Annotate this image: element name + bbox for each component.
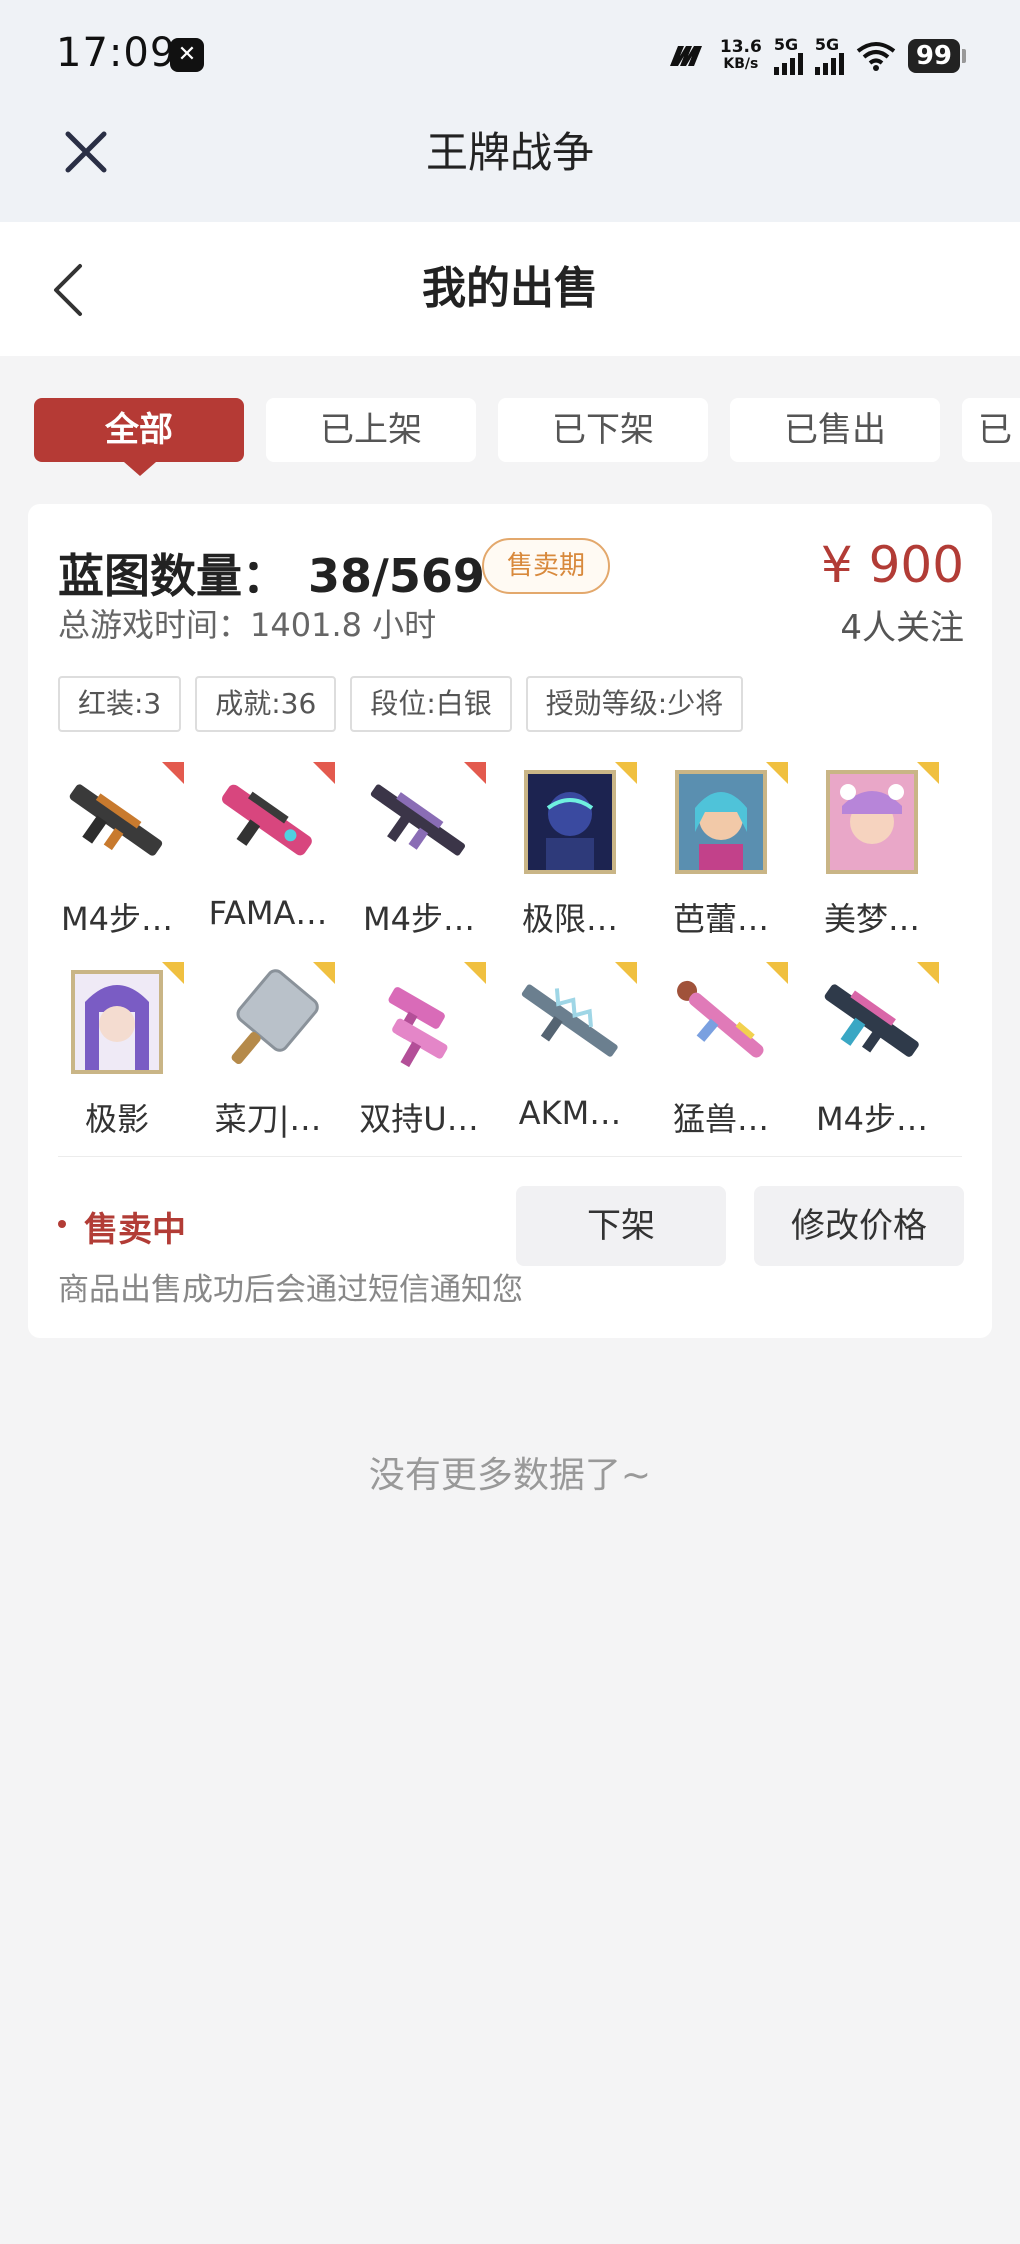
tag-medal-level: 授勋等级:少将: [525, 676, 744, 732]
item-name: M4步…: [816, 1100, 928, 1138]
item-name: 菜刀|…: [214, 1100, 322, 1138]
sms-notice: 商品出售成功后会通过短信通知您: [58, 1272, 523, 1308]
character-portrait-icon: [524, 770, 616, 874]
status-bar: 17:09 ✕ 13.6 KB/s 5G 5G 99: [0, 0, 1020, 110]
status-indicators: 13.6 KB/s 5G 5G 99: [668, 34, 966, 78]
rifle-icon: [222, 784, 312, 856]
item-tile[interactable]: M4步…: [344, 756, 494, 946]
item-name: AKM…: [518, 1094, 622, 1132]
signal-sim1-icon: 5G: [773, 37, 803, 75]
tab-all[interactable]: 全部: [34, 398, 244, 476]
tab-sold[interactable]: 已售出: [730, 398, 940, 462]
battery-icon: 99: [907, 39, 960, 73]
item-name: 猛兽…: [672, 1100, 769, 1138]
filter-tabs: 全部 已上架 已下架 已售出 已: [34, 398, 1020, 478]
unlist-button[interactable]: 下架: [516, 1186, 726, 1266]
character-portrait-icon: [675, 770, 767, 874]
item-name: M4步…: [61, 900, 173, 938]
rifle-icon: [824, 984, 919, 1057]
followers-count: 4人关注: [840, 608, 964, 648]
character-portrait-icon: [71, 970, 163, 1074]
status-badge: 售卖期: [482, 538, 610, 594]
item-tile[interactable]: AKM…: [495, 956, 645, 1146]
tag-red-gear: 红装:3: [58, 676, 182, 732]
item-name: 极限…: [521, 900, 618, 938]
tag-list: 红装:3 成就:36 段位:白银 授勋等级:少将: [58, 676, 744, 732]
launcher-icon: [677, 980, 764, 1058]
item-name: FAMA…: [208, 894, 328, 932]
rifle-icon: [521, 984, 618, 1057]
edit-price-button[interactable]: 修改价格: [754, 1186, 964, 1266]
rifle-icon: [69, 784, 163, 856]
tab-more[interactable]: 已: [962, 398, 1020, 462]
item-name: 双持U…: [359, 1100, 479, 1138]
network-speed: 13.6 KB/s: [719, 37, 762, 73]
item-tile[interactable]: 双持U…: [344, 956, 494, 1146]
rifle-icon: [370, 784, 466, 856]
sale-status: 售卖中: [84, 1210, 186, 1250]
blueprint-count: 蓝图数量： 38/569: [58, 549, 485, 603]
capcut-notification-icon: ✕: [170, 38, 204, 72]
signal-sim2-icon: 5G: [814, 37, 844, 75]
item-tile[interactable]: M4步…: [797, 956, 947, 1146]
tag-rank: 段位:白银: [350, 676, 512, 732]
item-tile[interactable]: 极影: [42, 956, 192, 1146]
tab-delisted[interactable]: 已下架: [498, 398, 708, 462]
price: ¥ 900: [820, 536, 964, 594]
item-name: 极影: [84, 1100, 149, 1138]
app-title: 王牌战争: [425, 128, 594, 177]
item-tile[interactable]: 猛兽…: [646, 956, 796, 1146]
page-header: 我的出售: [0, 222, 1020, 356]
wifi-icon: [856, 42, 896, 71]
network-m-icon: [669, 46, 702, 66]
item-tile[interactable]: M4步…: [42, 756, 192, 946]
item-tile[interactable]: 芭蕾…: [646, 756, 796, 946]
cleaver-icon: [231, 969, 319, 1065]
app-top-bar: 王牌战争: [0, 110, 1020, 222]
divider: [58, 1156, 962, 1157]
tag-achievements: 成就:36: [195, 676, 337, 732]
smg-icon: [388, 987, 448, 1068]
item-tile[interactable]: 极限…: [495, 756, 645, 946]
page-title: 我的出售: [422, 263, 598, 314]
item-tile[interactable]: 菜刀|…: [193, 956, 343, 1146]
item-name: 美梦…: [823, 900, 920, 938]
tab-listed[interactable]: 已上架: [266, 398, 476, 462]
battery-cap: [962, 49, 966, 63]
item-tile[interactable]: FAMA…: [193, 756, 343, 946]
status-time: 17:09: [56, 30, 177, 76]
item-name: M4步…: [363, 900, 475, 938]
item-name: 芭蕾…: [672, 900, 769, 938]
no-more-data: 没有更多数据了~: [368, 1455, 652, 1496]
character-portrait-icon: [826, 770, 918, 874]
listing-card[interactable]: 蓝图数量： 38/569 售卖期 ¥ 900 总游戏时间：1401.8 小时 4人…: [28, 504, 992, 1338]
item-tile[interactable]: 美梦…: [797, 756, 947, 946]
playtime: 总游戏时间：1401.8 小时: [58, 606, 437, 644]
